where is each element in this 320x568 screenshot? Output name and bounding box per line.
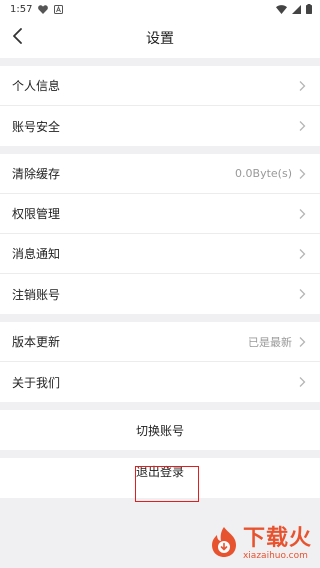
fire-logo-icon — [209, 526, 239, 562]
logout-button[interactable]: 退出登录 — [0, 458, 320, 498]
chevron-right-icon — [298, 336, 306, 348]
chevron-right-icon — [298, 248, 306, 260]
settings-group-app: 清除缓存 0.0Byte(s) 权限管理 消息通知 注销账号 — [0, 154, 320, 314]
back-button[interactable] — [6, 26, 30, 50]
settings-item-about-us[interactable]: 关于我们 — [0, 362, 320, 402]
watermark-url: xiazaihuo.com — [242, 550, 308, 561]
settings-item-account-security[interactable]: 账号安全 — [0, 106, 320, 146]
battery-icon — [306, 4, 312, 14]
wifi-icon — [276, 4, 287, 14]
logout-label: 退出登录 — [135, 464, 184, 479]
chevron-right-icon — [298, 376, 306, 388]
heart-icon — [38, 4, 49, 14]
watermark-text: 下载火 — [242, 525, 312, 551]
settings-item-label: 清除缓存 — [12, 167, 61, 181]
settings-item-label: 权限管理 — [12, 207, 61, 221]
settings-group-account: 个人信息 账号安全 — [0, 66, 320, 146]
signal-icon — [292, 4, 301, 14]
chevron-right-icon — [298, 208, 306, 220]
settings-item-notifications[interactable]: 消息通知 — [0, 234, 320, 274]
watermark-logo: 下载火 xiazaihuo.com — [209, 526, 312, 562]
settings-item-label: 注销账号 — [12, 287, 61, 302]
settings-group-about: 版本更新 已是最新 关于我们 — [0, 322, 320, 402]
notification-a-icon — [54, 4, 64, 14]
settings-item-permissions[interactable]: 权限管理 — [0, 194, 320, 234]
logout-section: 退出登录 — [0, 458, 320, 502]
settings-item-label: 账号安全 — [12, 119, 61, 134]
chevron-left-icon — [12, 28, 24, 48]
chevron-right-icon — [298, 120, 306, 132]
status-bar: 1:57 — [0, 0, 320, 18]
cache-size-value: 0.0Byte(s) — [235, 167, 292, 180]
status-time: 1:57 — [10, 3, 33, 15]
version-status-value: 已是最新 — [248, 335, 292, 349]
chevron-right-icon — [298, 288, 306, 300]
switch-account-label: 切换账号 — [135, 423, 184, 438]
top-nav-bar: 设置 — [0, 18, 320, 58]
chevron-right-icon — [298, 80, 306, 92]
settings-item-personal-info[interactable]: 个人信息 — [0, 66, 320, 106]
page-title: 设置 — [146, 31, 174, 47]
settings-item-clear-cache[interactable]: 清除缓存 0.0Byte(s) — [0, 154, 320, 194]
settings-item-version-update[interactable]: 版本更新 已是最新 — [0, 322, 320, 362]
settings-item-label: 消息通知 — [12, 247, 61, 261]
settings-item-label: 关于我们 — [12, 375, 61, 390]
chevron-right-icon — [298, 168, 306, 180]
settings-item-label: 个人信息 — [12, 79, 61, 93]
switch-account-button[interactable]: 切换账号 — [0, 410, 320, 450]
settings-item-deactivate-account[interactable]: 注销账号 — [0, 274, 320, 314]
settings-item-label: 版本更新 — [12, 335, 61, 349]
